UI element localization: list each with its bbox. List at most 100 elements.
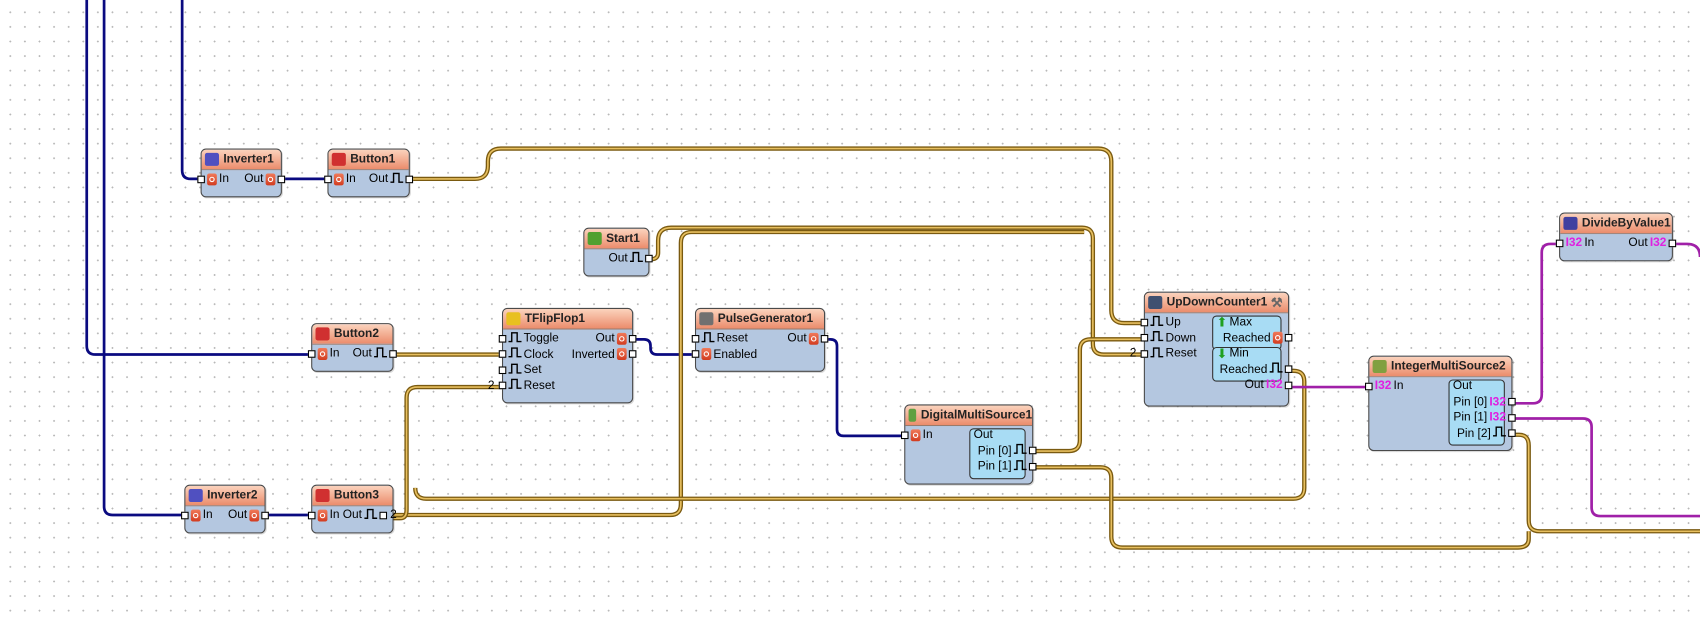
node-updowncounter1[interactable]: UpDownCounter1 ⚒ Up Down 2 Reset ⬆ Max Reached ⬇ M…	[1130, 291, 1293, 407]
output-pin-out[interactable]: Out	[369, 171, 414, 186]
input-pin-clock[interactable]: Clock	[498, 346, 554, 361]
input-pin-enabled[interactable]: Enabled	[691, 346, 757, 361]
output-pin-out[interactable]: Out	[787, 331, 829, 346]
output-pin-reached[interactable]: Reached	[1220, 362, 1293, 377]
pin-connector[interactable]	[1668, 239, 1677, 247]
node-button1[interactable]: Button1 In Out	[324, 148, 414, 197]
pin-connector[interactable]	[1508, 413, 1516, 422]
wire-to-inverter2-in[interactable]	[102, 0, 185, 517]
node-integermultisource2[interactable]: IntegerMultiSource2 I32 In Out Pin [0] I32 Pin…	[1365, 355, 1516, 452]
node-dividebyvalue1[interactable]: DivideByValue1 I32 In Out I32	[1555, 212, 1677, 261]
wire-pin1-bus[interactable]	[1031, 465, 1531, 550]
node-header[interactable]: Button1	[328, 149, 409, 171]
wire-pin0-divide[interactable]	[1510, 242, 1560, 405]
pin-connector[interactable]	[181, 511, 189, 519]
node-header[interactable]: Button2	[312, 324, 393, 345]
wire-pin1-out[interactable]	[1510, 417, 1700, 518]
pin-connector[interactable]	[1508, 397, 1516, 406]
pin-connector[interactable]	[498, 381, 507, 390]
pin-connector[interactable]	[820, 334, 829, 343]
output-pin-inverted[interactable]: Inverted	[572, 346, 637, 361]
input-pin-down[interactable]: Down	[1140, 330, 1196, 345]
output-pin-pin-0-[interactable]: Pin [0] I32	[1453, 394, 1516, 409]
input-pin-in[interactable]: In	[307, 346, 340, 361]
node-button3[interactable]: Button3 In Out 2	[307, 484, 397, 533]
output-pin-out[interactable]: Out 2	[343, 507, 397, 522]
pin-connector[interactable]	[197, 175, 205, 183]
node-header[interactable]: DivideByValue1	[1560, 213, 1672, 235]
output-pin-pin-1-[interactable]: Pin [1] I32	[1453, 410, 1516, 425]
pin-connector[interactable]	[900, 430, 909, 439]
input-pin-reset[interactable]: 2 Reset	[1130, 346, 1197, 361]
pin-connector[interactable]	[628, 350, 637, 358]
input-pin-toggle[interactable]: Toggle	[498, 331, 559, 346]
input-pin-in[interactable]: In	[900, 427, 933, 442]
node-header[interactable]: TFlipFlop1	[503, 308, 633, 330]
output-pin-pin-1-[interactable]: Pin [1]	[978, 459, 1037, 474]
pin-connector[interactable]	[389, 349, 397, 358]
pin-connector[interactable]	[1140, 333, 1149, 342]
wire-button1-up[interactable]	[407, 146, 1144, 326]
input-pin-reset[interactable]: 2 Reset	[488, 378, 555, 393]
pin-connector[interactable]	[307, 349, 316, 358]
output-pin-out[interactable]: Out	[228, 507, 269, 522]
node-header[interactable]: DigitalMultiSource1	[905, 405, 1033, 427]
wrench-icon[interactable]: ⚒	[1271, 295, 1283, 310]
input-pin-in[interactable]: In	[197, 171, 229, 186]
pin-connector[interactable]	[277, 175, 286, 183]
node-header[interactable]: Start1	[584, 228, 649, 250]
node-header[interactable]: IntegerMultiSource2	[1369, 356, 1512, 378]
node-header[interactable]: PulseGenerator1	[696, 308, 824, 330]
pin-connector[interactable]	[1284, 333, 1293, 342]
diagram-canvas[interactable]: Inverter1 In Out Button1 In Out Start1 Out Butto…	[0, 0, 1700, 624]
input-pin-in[interactable]: In	[181, 507, 213, 522]
pin-connector[interactable]	[645, 254, 653, 262]
pin-connector[interactable]	[261, 511, 269, 519]
wire-to-inverter1-in[interactable]	[180, 0, 201, 181]
pin-connector[interactable]	[324, 175, 332, 183]
pin-connector[interactable]	[1140, 318, 1149, 326]
input-pin-up[interactable]: Up	[1140, 314, 1181, 329]
node-start1[interactable]: Start1 Out	[583, 227, 653, 276]
wire-tflipflop-pulse[interactable]	[631, 337, 695, 356]
output-pin-out[interactable]: Out I32	[1628, 235, 1677, 250]
output-pin-reached[interactable]: Reached	[1223, 330, 1293, 345]
pin-connector[interactable]	[691, 350, 700, 358]
pin-connector[interactable]	[1028, 446, 1037, 455]
pin-connector[interactable]	[379, 511, 387, 519]
pin-connector[interactable]	[498, 365, 507, 374]
pin-connector[interactable]	[628, 334, 637, 343]
input-pin-reset[interactable]: Reset	[691, 331, 748, 346]
input-pin-set[interactable]: Set	[498, 362, 542, 377]
pin-connector[interactable]	[691, 334, 700, 343]
input-pin-in[interactable]: In	[307, 507, 340, 522]
output-pin-out[interactable]: Out I32	[1245, 377, 1293, 392]
node-header[interactable]: Inverter1	[201, 149, 281, 171]
output-pin-pin-2-[interactable]: Pin [2]	[1457, 426, 1516, 441]
pin-connector[interactable]	[1028, 462, 1037, 471]
node-pulsegenerator1[interactable]: PulseGenerator1 Reset Enabled Out	[691, 307, 829, 372]
output-pin-out[interactable]: Out	[596, 331, 637, 346]
output-pin-out[interactable]: Out	[609, 250, 653, 265]
input-pin-in[interactable]: In	[324, 171, 356, 186]
output-pin-out[interactable]: Out	[244, 171, 286, 186]
node-header[interactable]: UpDownCounter1 ⚒	[1144, 292, 1289, 314]
pin-connector[interactable]	[498, 350, 507, 358]
node-inverter1[interactable]: Inverter1 In Out	[197, 148, 286, 197]
pin-connector[interactable]	[498, 334, 507, 343]
pin-connector[interactable]	[1140, 349, 1149, 358]
pin-connector[interactable]	[1284, 365, 1293, 373]
node-header[interactable]: Inverter2	[185, 485, 265, 507]
pin-connector[interactable]	[1508, 429, 1516, 437]
node-inverter2[interactable]: Inverter2 In Out	[181, 484, 269, 533]
wire-pulse-digitalmulti[interactable]	[822, 337, 905, 438]
node-tflipflop1[interactable]: TFlipFlop1 Toggle Clock Set 2 Reset Out Inverte…	[488, 307, 637, 404]
pin-connector[interactable]	[1284, 381, 1293, 389]
node-button2[interactable]: Button2 In Out	[307, 323, 397, 372]
node-digitalmultisource1[interactable]: DigitalMultiSource1 In Out Pin [0] Pin [1]	[900, 404, 1037, 485]
input-pin-in[interactable]: I32 In	[1555, 235, 1594, 250]
node-header[interactable]: Button3	[312, 485, 393, 507]
output-pin-pin-0-[interactable]: Pin [0]	[978, 443, 1037, 458]
pin-connector[interactable]	[1365, 382, 1373, 390]
pin-connector[interactable]	[1555, 239, 1564, 247]
